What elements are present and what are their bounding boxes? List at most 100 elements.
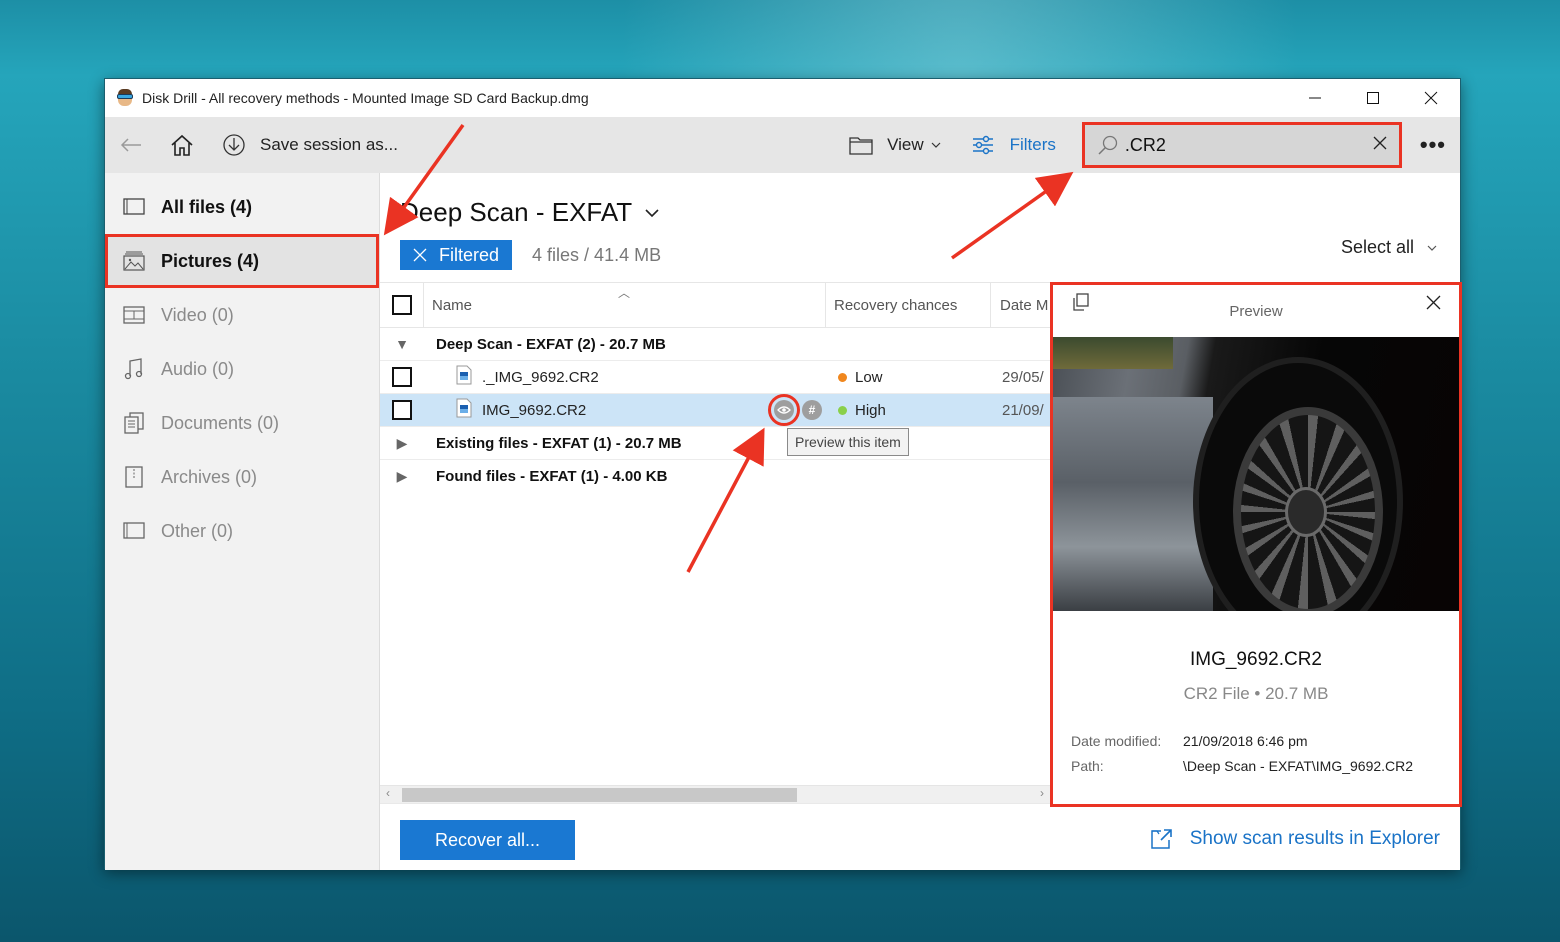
clear-search-button[interactable] bbox=[1373, 136, 1387, 155]
app-window: Disk Drill - All recovery methods - Moun… bbox=[104, 78, 1462, 870]
maximize-button[interactable] bbox=[1344, 79, 1402, 117]
group-row-deep-scan[interactable]: ▼ Deep Scan - EXFAT (2) - 20.7 MB bbox=[380, 328, 1050, 361]
copy-icon bbox=[1073, 293, 1089, 311]
archives-icon bbox=[123, 466, 145, 488]
sidebar-item-video[interactable]: Video (0) bbox=[105, 288, 379, 342]
sidebar-item-pictures[interactable]: Pictures (4) bbox=[105, 234, 379, 288]
filtered-badge[interactable]: Filtered bbox=[400, 240, 513, 270]
more-options-button[interactable]: ••• bbox=[1420, 132, 1446, 158]
footer: Recover all... Show scan results in Expl… bbox=[380, 803, 1460, 870]
recovery-chance: High bbox=[838, 402, 886, 419]
chevron-down-icon bbox=[645, 208, 659, 217]
external-link-icon bbox=[1150, 829, 1172, 849]
explorer-label: Show scan results in Explorer bbox=[1189, 828, 1440, 849]
sidebar-item-label: Pictures (4) bbox=[161, 250, 260, 271]
collapsed-triangle-icon[interactable]: ▶ bbox=[380, 435, 424, 452]
close-icon bbox=[1426, 295, 1441, 310]
home-button[interactable] bbox=[170, 134, 194, 156]
back-button[interactable] bbox=[120, 137, 142, 153]
sidebar: All files (4) Pictures (4) Video (0) Aud… bbox=[105, 173, 380, 870]
file-row[interactable]: ._IMG_9692.CR2 Low 29/05/ bbox=[380, 361, 1050, 394]
recovery-high-dot bbox=[838, 405, 847, 415]
scroll-left-icon[interactable]: ‹ bbox=[386, 786, 390, 800]
sidebar-item-other[interactable]: Other (0) bbox=[105, 504, 379, 558]
select-all-dropdown[interactable]: Select all bbox=[1341, 237, 1438, 258]
property-row: Path: \Deep Scan - EXFAT\IMG_9692.CR2 bbox=[1071, 757, 1414, 774]
group-row-existing-files[interactable]: ▶ Existing files - EXFAT (1) - 20.7 MB bbox=[380, 427, 1050, 460]
collapsed-triangle-icon[interactable]: ▶ bbox=[380, 468, 424, 485]
preview-file-meta: CR2 File • 20.7 MB bbox=[1183, 684, 1329, 703]
preview-panel: Preview IMG_9692.CR2 CR2 File • 20.7 MB … bbox=[1050, 282, 1462, 807]
file-table: ︿ Name Recovery chances Date M ▼ Deep Sc… bbox=[380, 282, 1050, 792]
file-summary: 4 files / 41.4 MB bbox=[532, 244, 662, 265]
image-file-icon bbox=[456, 365, 472, 389]
sidebar-item-label: Documents (0) bbox=[161, 412, 280, 433]
hash-button[interactable]: # bbox=[802, 400, 822, 420]
sidebar-item-label: Archives (0) bbox=[161, 466, 258, 487]
row-checkbox[interactable] bbox=[392, 367, 412, 387]
window-title: Disk Drill - All recovery methods - Moun… bbox=[142, 90, 589, 106]
minimize-button[interactable] bbox=[1286, 79, 1344, 117]
file-name: IMG_9692.CR2 bbox=[482, 401, 587, 419]
preview-file-name: IMG_9692.CR2 bbox=[1189, 649, 1322, 670]
preview-image bbox=[1053, 337, 1459, 611]
filtered-label: Filtered bbox=[439, 244, 500, 265]
date-modified: 21/09/ bbox=[1002, 401, 1044, 419]
close-preview-button[interactable] bbox=[1426, 295, 1441, 314]
pictures-icon bbox=[123, 250, 145, 272]
search-box bbox=[1081, 122, 1402, 168]
image-file-icon bbox=[456, 398, 472, 422]
close-icon bbox=[1424, 91, 1438, 105]
filters-button[interactable]: Filters bbox=[972, 135, 1056, 155]
select-all-checkbox[interactable] bbox=[391, 295, 412, 315]
row-checkbox[interactable] bbox=[392, 400, 412, 420]
folder-icon bbox=[849, 137, 873, 155]
search-input[interactable] bbox=[1124, 134, 1365, 156]
sidebar-item-audio[interactable]: Audio (0) bbox=[105, 342, 379, 396]
scroll-right-icon[interactable]: › bbox=[1040, 786, 1044, 800]
audio-icon bbox=[123, 358, 145, 380]
minimize-icon bbox=[1309, 97, 1321, 99]
expanded-triangle-icon[interactable]: ▼ bbox=[380, 336, 424, 352]
view-menu-button[interactable]: View bbox=[849, 135, 942, 155]
view-label: View bbox=[887, 135, 924, 154]
show-in-explorer-link[interactable]: Show scan results in Explorer bbox=[1150, 828, 1440, 850]
page-title: Deep Scan - EXFAT bbox=[400, 197, 633, 227]
filters-label: Filters bbox=[1009, 135, 1056, 154]
file-name: ._IMG_9692.CR2 bbox=[482, 368, 599, 386]
preview-item-button[interactable] bbox=[768, 394, 800, 426]
close-icon bbox=[413, 248, 427, 262]
documents-icon bbox=[123, 412, 145, 434]
file-row-selected[interactable]: IMG_9692.CR2 # High 21/09/ bbox=[380, 394, 1050, 427]
preview-properties: Date modified: 21/09/2018 6:46 pm Path: … bbox=[1071, 728, 1413, 778]
recover-all-button[interactable]: Recover all... bbox=[400, 820, 575, 860]
close-window-button[interactable] bbox=[1402, 79, 1460, 117]
filters-icon bbox=[972, 135, 993, 155]
scrollbar-thumb[interactable] bbox=[402, 788, 797, 802]
maximize-icon bbox=[1367, 92, 1379, 104]
other-icon bbox=[123, 520, 145, 542]
hash-icon: # bbox=[808, 403, 816, 417]
scan-title-dropdown[interactable]: Deep Scan - EXFAT bbox=[400, 197, 660, 228]
table-header: ︿ Name Recovery chances Date M bbox=[380, 282, 1050, 328]
save-session-button[interactable]: Save session as... bbox=[222, 133, 398, 157]
sidebar-item-all-files[interactable]: All files (4) bbox=[105, 180, 379, 234]
column-header-date[interactable]: Date M bbox=[991, 282, 1048, 328]
chevron-down-icon bbox=[1427, 245, 1437, 251]
tooltip: Preview this item bbox=[787, 428, 909, 456]
all-files-icon bbox=[123, 196, 145, 218]
copy-preview-button[interactable] bbox=[1072, 293, 1090, 315]
sidebar-item-archives[interactable]: Archives (0) bbox=[105, 450, 379, 504]
sidebar-item-label: Other (0) bbox=[161, 520, 234, 541]
sidebar-item-documents[interactable]: Documents (0) bbox=[105, 396, 379, 450]
sort-ascending-icon: ︿ bbox=[618, 286, 631, 300]
horizontal-scrollbar[interactable]: ‹ › bbox=[380, 785, 1050, 803]
home-icon bbox=[171, 134, 193, 156]
download-icon bbox=[223, 134, 245, 156]
sidebar-item-label: Audio (0) bbox=[161, 358, 235, 379]
column-header-recovery[interactable]: Recovery chances bbox=[826, 282, 991, 328]
group-row-found-files[interactable]: ▶ Found files - EXFAT (1) - 4.00 KB bbox=[380, 460, 1050, 493]
app-logo-icon bbox=[116, 89, 134, 107]
sidebar-item-label: Video (0) bbox=[161, 304, 234, 325]
column-header-name[interactable]: ︿ Name bbox=[424, 282, 826, 328]
